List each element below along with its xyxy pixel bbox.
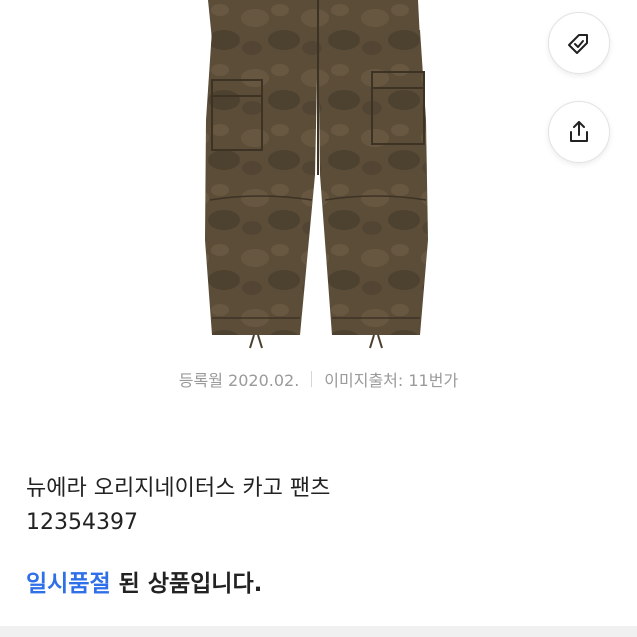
image-source: 이미지출처: 11번가 <box>324 371 459 390</box>
divider <box>311 371 313 387</box>
product-name: 뉴에라 오리지네이터스 카고 팬츠 <box>26 476 331 501</box>
wish-button[interactable] <box>548 12 610 74</box>
heart-tag-icon <box>568 34 588 54</box>
sold-out-text: 된 상품입니다. <box>110 571 263 597</box>
share-icon <box>570 121 588 142</box>
image-meta: 등록월 2020.02. 이미지출처: 11번가 <box>0 366 637 392</box>
sold-out-notice: 일시품절 된 상품입니다. <box>26 564 262 598</box>
product-code: 12354397 <box>26 510 138 535</box>
cargo-pants-illustration <box>205 0 428 349</box>
sold-out-highlight: 일시품절 <box>26 571 111 597</box>
share-button[interactable] <box>548 101 610 163</box>
section-divider <box>0 626 637 637</box>
registered-month: 등록월 2020.02. <box>178 371 300 390</box>
product-image <box>0 0 637 356</box>
